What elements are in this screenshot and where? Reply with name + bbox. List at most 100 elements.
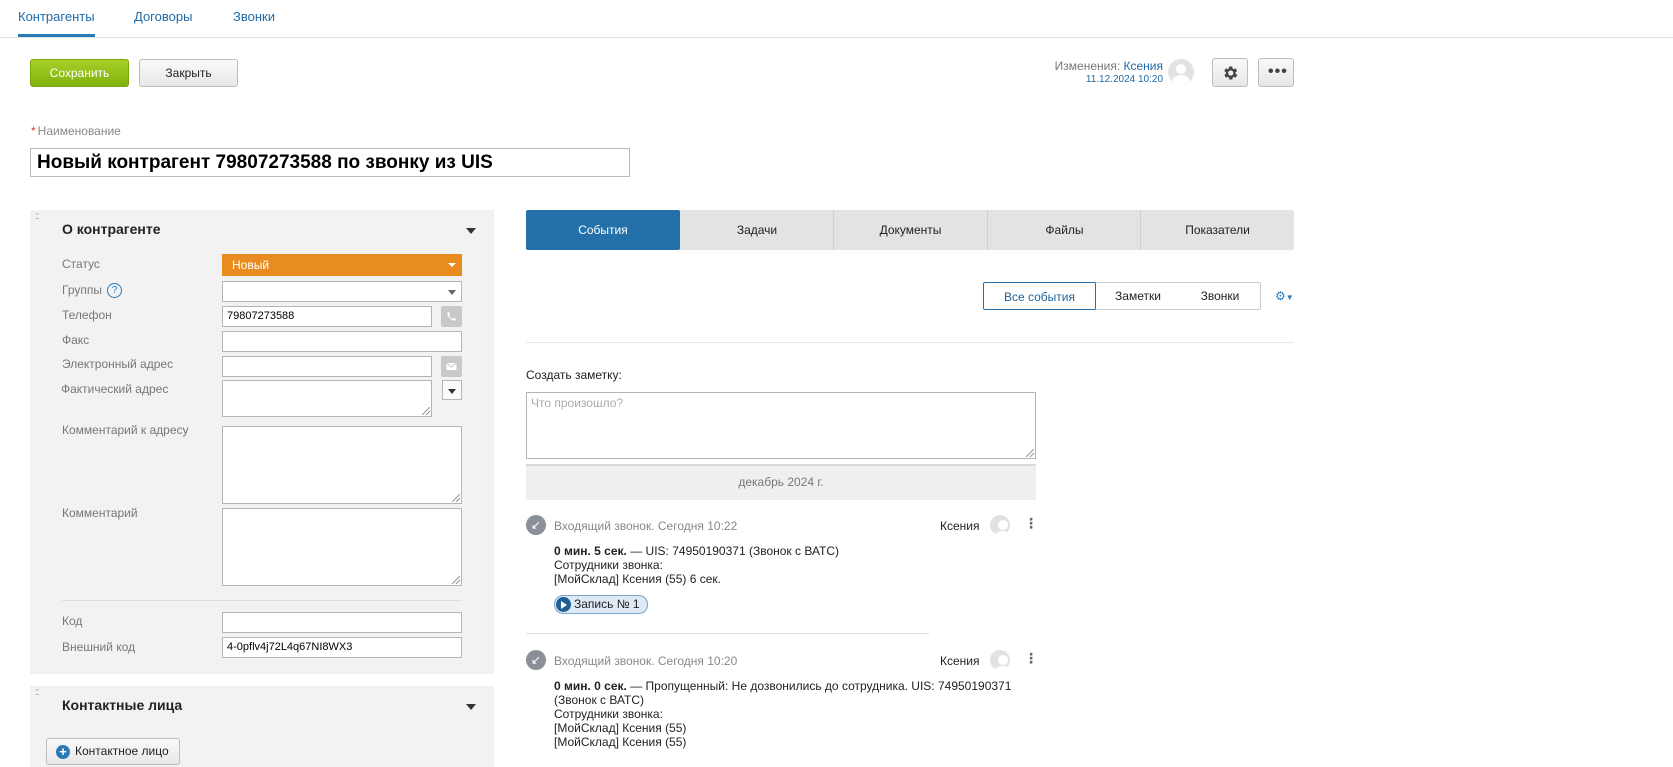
- about-panel-title: О контрагенте: [62, 221, 161, 237]
- divider: [526, 633, 929, 634]
- address-comment-label: Комментарий к адресу: [62, 423, 189, 437]
- status-select[interactable]: Новый: [222, 254, 462, 276]
- active-tab-indicator: [18, 34, 95, 37]
- external-code-label: Внешний код: [62, 640, 136, 654]
- name-input[interactable]: Новый контрагент 79807273588 по звонку и…: [30, 148, 630, 177]
- event-user: Ксения: [940, 654, 980, 668]
- collapse-caret-icon[interactable]: [466, 704, 476, 710]
- change-info: Изменения: Ксения 11.12.2024 10:20: [1055, 59, 1163, 87]
- save-button[interactable]: Сохранить: [30, 59, 129, 87]
- event-menu-icon[interactable]: ⋮: [1024, 515, 1038, 532]
- chevron-down-icon: [448, 389, 456, 394]
- settings-button[interactable]: [1212, 58, 1248, 87]
- event-header: Входящий звонок. Сегодня 10:20: [554, 654, 738, 668]
- add-contact-label: Контактное лицо: [75, 744, 169, 758]
- groups-label-text: Группы: [62, 283, 102, 297]
- event-filter: Все события Заметки Звонки: [983, 282, 1261, 310]
- note-textarea[interactable]: Что произошло?: [526, 392, 1036, 459]
- record-tabs: События Задачи Документы Файлы Показател…: [526, 210, 1294, 250]
- changes-user-link[interactable]: Ксения: [1124, 59, 1164, 73]
- event-user: Ксения: [940, 519, 980, 533]
- contacts-panel-title: Контактные лица: [62, 697, 183, 713]
- comment-label: Комментарий: [62, 506, 138, 520]
- phone-call-button[interactable]: [441, 306, 462, 327]
- event-staff-item: [МойСклад] Ксения (55): [554, 721, 687, 735]
- close-button[interactable]: Закрыть: [139, 59, 238, 87]
- collapse-caret-icon[interactable]: [466, 228, 476, 234]
- drag-handle-icon[interactable]: ::: [35, 688, 43, 698]
- create-note-label: Создать заметку:: [526, 368, 622, 382]
- help-icon[interactable]: ?: [106, 283, 122, 299]
- address-textarea[interactable]: [222, 380, 432, 417]
- event-user-avatar: [990, 650, 1010, 670]
- divider: [526, 342, 1294, 343]
- filter-settings-button[interactable]: ⚙▼: [1275, 289, 1294, 303]
- fax-input[interactable]: [222, 331, 462, 352]
- required-mark: *: [31, 124, 36, 138]
- chevron-down-icon: [448, 263, 456, 267]
- divider: [62, 600, 462, 601]
- status-label: Статус: [62, 257, 100, 271]
- contacts-panel: :: Контактные лица + Контактное лицо: [30, 686, 494, 767]
- email-label: Электронный адрес: [62, 357, 174, 371]
- event-body: 0 мин. 0 сек. — Пропущенный: Не дозвонил…: [554, 679, 1024, 749]
- event-staff-item: [МойСклад] Ксения (55): [554, 735, 687, 749]
- address-dropdown-button[interactable]: [442, 380, 462, 400]
- name-label-text: Наименование: [37, 124, 121, 138]
- tab-files[interactable]: Файлы: [987, 210, 1141, 250]
- event-duration: 0 мин. 5 сек.: [554, 544, 627, 558]
- nav-tab-contracts[interactable]: Договоры: [134, 9, 192, 24]
- event-staff-label: Сотрудники звонка:: [554, 707, 663, 721]
- gear-icon: ⚙: [1275, 289, 1286, 303]
- email-input[interactable]: [222, 356, 432, 377]
- name-label: * Наименование: [31, 124, 121, 138]
- groups-select[interactable]: [222, 281, 462, 302]
- more-dots-icon: •••: [1268, 63, 1288, 80]
- filter-notes[interactable]: Заметки: [1096, 283, 1180, 309]
- event-body: 0 мин. 5 сек. — UIS: 74950190371 (Звонок…: [554, 544, 1024, 586]
- event-staff-item: [МойСклад] Ксения (55) 6 сек.: [554, 572, 722, 586]
- tab-indicators[interactable]: Показатели: [1140, 210, 1294, 250]
- event-user-avatar: [990, 515, 1010, 535]
- tab-tasks[interactable]: Задачи: [680, 210, 834, 250]
- event-header: Входящий звонок. Сегодня 10:22: [554, 519, 738, 533]
- event-staff-label: Сотрудники звонка:: [554, 558, 663, 572]
- user-avatar: [1168, 59, 1194, 85]
- add-contact-button[interactable]: + Контактное лицо: [46, 738, 180, 765]
- phone-icon: [447, 312, 456, 321]
- drag-handle-icon[interactable]: ::: [35, 212, 43, 222]
- chevron-down-icon: ▼: [1285, 293, 1294, 302]
- changes-date: 11.12.2024 10:20: [1085, 74, 1163, 85]
- filter-calls[interactable]: Звонки: [1180, 283, 1260, 309]
- tab-events[interactable]: События: [526, 210, 680, 250]
- comment-textarea[interactable]: [222, 508, 462, 586]
- gear-icon: [1224, 66, 1238, 80]
- event-duration: 0 мин. 0 сек.: [554, 679, 627, 693]
- about-panel: :: О контрагенте Статус Новый Группы? Те…: [30, 210, 494, 674]
- resize-grip-icon[interactable]: [1026, 449, 1034, 457]
- envelope-icon: [446, 362, 457, 370]
- filter-all-events[interactable]: Все события: [983, 282, 1096, 310]
- tab-documents[interactable]: Документы: [833, 210, 987, 250]
- plus-icon: +: [56, 745, 70, 759]
- nav-tab-calls[interactable]: Звонки: [233, 9, 275, 24]
- phone-input[interactable]: 79807273588: [222, 306, 432, 327]
- event-description: — UIS: 74950190371 (Звонок с ВАТС): [626, 544, 840, 558]
- event-menu-icon[interactable]: ⋮: [1024, 650, 1038, 667]
- nav-tab-counterparties[interactable]: Контрагенты: [18, 9, 95, 24]
- play-icon: [556, 597, 571, 612]
- call-recording-label: Запись № 1: [574, 597, 640, 611]
- more-actions-button[interactable]: •••: [1258, 58, 1294, 87]
- resize-grip-icon[interactable]: [452, 576, 460, 584]
- resize-grip-icon[interactable]: [422, 407, 430, 415]
- code-input[interactable]: [222, 612, 462, 633]
- groups-label: Группы?: [62, 283, 122, 299]
- incoming-call-icon: ↙: [526, 515, 546, 535]
- send-email-button[interactable]: [441, 356, 462, 377]
- changes-prefix: Изменения:: [1054, 59, 1121, 73]
- address-comment-textarea[interactable]: [222, 426, 462, 504]
- incoming-call-icon: ↙: [526, 650, 546, 670]
- resize-grip-icon[interactable]: [452, 494, 460, 502]
- call-recording-button[interactable]: Запись № 1: [554, 595, 648, 614]
- external-code-input[interactable]: 4-0pflv4j72L4q67NI8WX3: [222, 637, 462, 658]
